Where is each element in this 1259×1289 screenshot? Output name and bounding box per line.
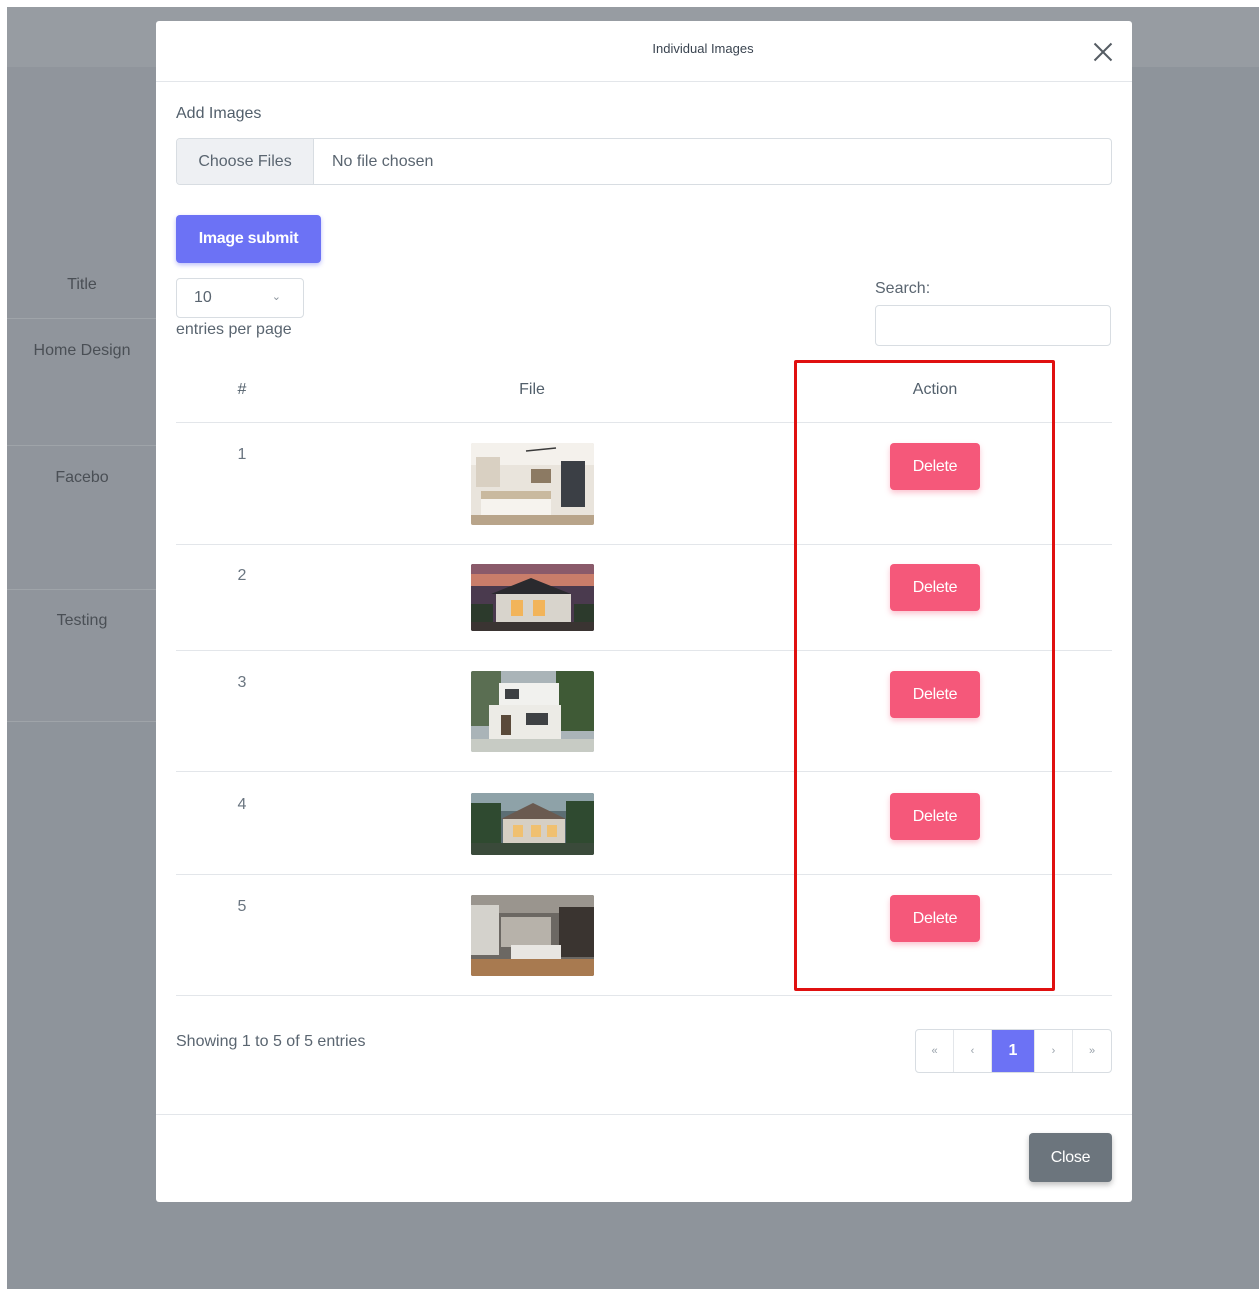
pagination-next-button[interactable]: ›: [1035, 1030, 1073, 1072]
background-row-divider: [7, 721, 157, 722]
background-table-header: Title: [67, 276, 97, 293]
row-index: 5: [237, 898, 247, 915]
entries-selected-value: 10: [194, 289, 212, 306]
column-header-file: File: [519, 381, 545, 398]
modal-footer-divider: [156, 1114, 1132, 1115]
table-divider: [176, 544, 1112, 545]
modal-header: Individual Images: [156, 21, 1132, 82]
showing-entries-text: Showing 1 to 5 of 5 entries: [176, 1033, 366, 1050]
search-label: Search:: [875, 280, 931, 297]
choose-files-button[interactable]: Choose Files: [177, 139, 314, 184]
search-input[interactable]: [875, 305, 1111, 346]
entries-per-page-label: entries per page: [176, 321, 292, 338]
background-row: Home Design: [33, 342, 131, 359]
background-row: Facebo: [55, 469, 109, 486]
pagination-prev-button[interactable]: ‹: [954, 1030, 992, 1072]
table-divider: [176, 771, 1112, 772]
image-thumbnail-bedroom: [471, 443, 594, 525]
add-images-label: Add Images: [176, 105, 262, 122]
individual-images-modal: Individual Images Add Images Choose File…: [156, 21, 1132, 1202]
entries-per-page-select[interactable]: 10 ⌄: [176, 278, 304, 318]
row-index: 1: [237, 446, 247, 463]
delete-button[interactable]: Delete: [890, 895, 980, 942]
chevron-down-icon: ⌄: [271, 291, 281, 303]
delete-button[interactable]: Delete: [890, 564, 980, 611]
file-status-text: No file chosen: [332, 152, 434, 170]
row-index: 3: [237, 674, 247, 691]
background-row-divider: [7, 589, 157, 590]
row-index: 4: [237, 796, 247, 813]
image-thumbnail-living-room: [471, 895, 594, 976]
close-icon[interactable]: [1090, 39, 1116, 65]
background-row-divider: [7, 318, 157, 319]
table-divider: [176, 650, 1112, 651]
table-divider: [176, 422, 1112, 423]
delete-button[interactable]: Delete: [890, 793, 980, 840]
image-submit-button[interactable]: Image submit: [176, 215, 321, 263]
pagination-last-button[interactable]: »: [1073, 1030, 1111, 1072]
table-divider: [176, 874, 1112, 875]
column-header-action: Action: [912, 381, 958, 398]
image-thumbnail-modern-house: [471, 671, 594, 752]
background-row: Testing: [56, 612, 108, 629]
pagination-first-button[interactable]: «: [916, 1030, 954, 1072]
image-thumbnail-house-dusk: [471, 564, 594, 631]
table-divider: [176, 995, 1112, 996]
row-index: 2: [237, 567, 247, 584]
background-row-divider: [7, 445, 157, 446]
delete-button[interactable]: Delete: [890, 443, 980, 490]
image-thumbnail-villa: [471, 793, 594, 855]
file-input[interactable]: Choose Files No file chosen: [176, 138, 1112, 185]
pagination-page-1[interactable]: 1: [992, 1030, 1035, 1072]
close-button[interactable]: Close: [1029, 1133, 1112, 1182]
modal-title: Individual Images: [652, 41, 754, 56]
pagination: « ‹ 1 › »: [915, 1029, 1112, 1073]
column-header-index: #: [237, 381, 247, 398]
delete-button[interactable]: Delete: [890, 671, 980, 718]
